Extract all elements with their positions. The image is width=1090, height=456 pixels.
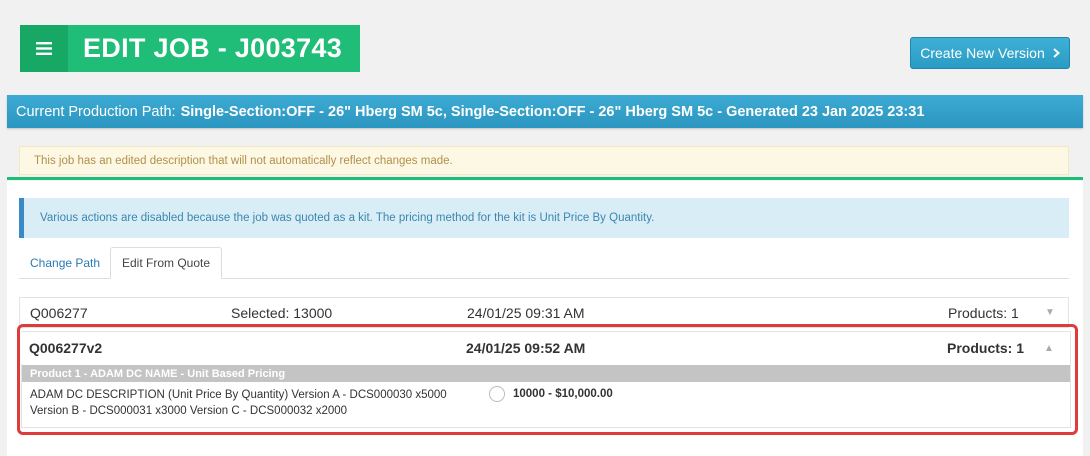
quote-date: 24/01/25 09:31 AM [467, 304, 585, 321]
page-title: EDIT JOB - J003743 [83, 33, 343, 63]
tab-edit-from-quote-label: Edit From Quote [122, 256, 211, 270]
hamburger-menu-icon[interactable] [20, 25, 68, 72]
tab-edit-from-quote[interactable]: Edit From Quote [110, 247, 223, 279]
quote-selected-qty: Selected: 13000 [231, 304, 333, 321]
job-tabs: Change Path Edit From Quote [19, 247, 1069, 279]
warning-text: This job has an edited description that … [34, 154, 453, 167]
edited-description-warning: This job has an edited description that … [19, 146, 1069, 175]
info-text: Various actions are disabled because the… [40, 212, 655, 224]
tab-change-path[interactable]: Change Path [19, 247, 111, 278]
chevron-right-icon [1053, 46, 1060, 61]
production-path-label: Current Production Path: [16, 103, 176, 120]
page-title-box: EDIT JOB - J003743 [20, 25, 360, 72]
highlight-annotation-box [17, 324, 1078, 435]
section-divider [7, 177, 1083, 180]
caret-down-icon[interactable]: ▼ [1045, 307, 1055, 318]
kit-disabled-info-alert: Various actions are disabled because the… [19, 198, 1069, 238]
production-path-bar: Current Production Path: Single-Section:… [7, 95, 1083, 128]
quote-products-count: Products: 1 [948, 304, 1019, 321]
create-new-version-button[interactable]: Create New Version [910, 37, 1070, 69]
tab-change-path-label: Change Path [30, 255, 101, 270]
create-new-version-label: Create New Version [920, 45, 1045, 61]
production-path-value: Single-Section:OFF - 26" Hberg SM 5c, Si… [180, 103, 925, 120]
quote-id: Q006277 [30, 304, 88, 321]
